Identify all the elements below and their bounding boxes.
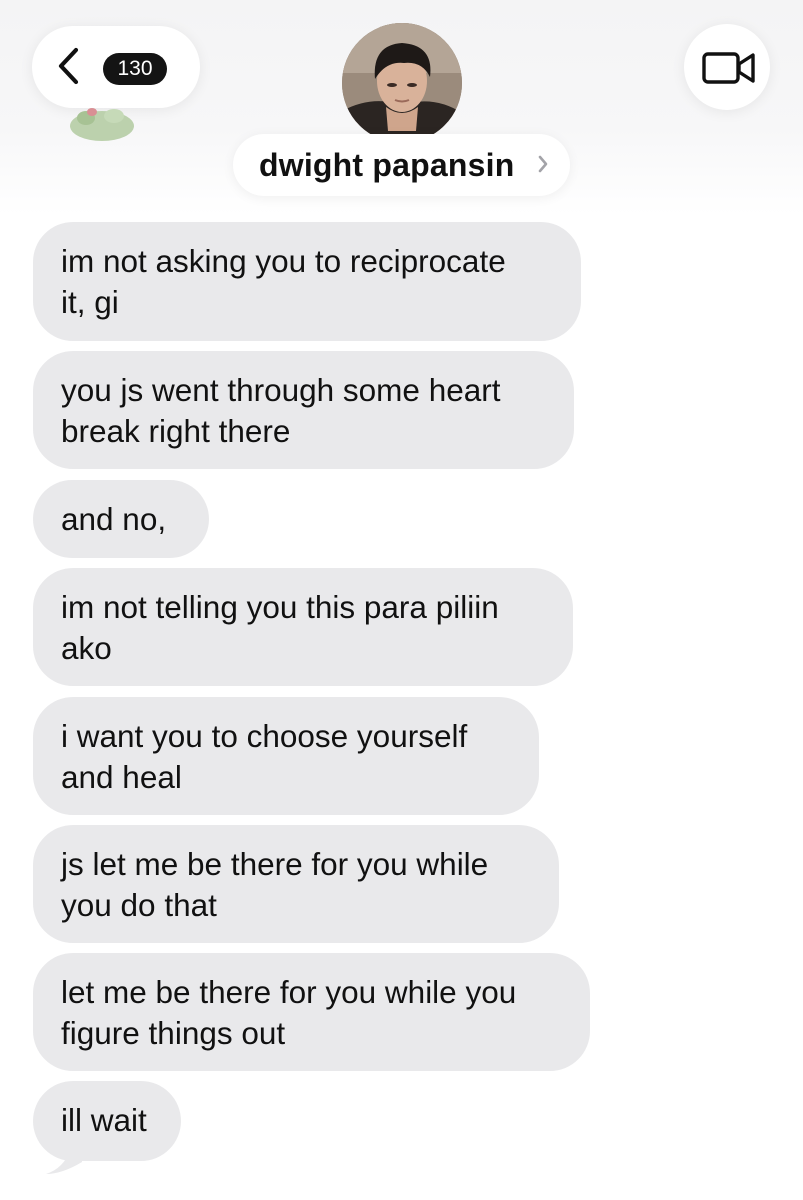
contact-name[interactable]: dwight papansin [259, 145, 514, 185]
video-camera-icon[interactable] [702, 50, 756, 86]
message-line: and heal [61, 759, 182, 795]
message-line: you js went through some heart [61, 372, 501, 408]
message-line: let me be there for you while you [61, 974, 517, 1010]
sticker-image [70, 108, 134, 141]
message-bubble[interactable]: ill wait [33, 1081, 181, 1161]
message-line: you do that [61, 887, 217, 923]
message-bubble[interactable]: js let me be there for you while you do … [33, 825, 559, 943]
message-line: js let me be there for you while [61, 846, 489, 882]
avatar-photo [342, 23, 462, 143]
message-line: break right there [61, 413, 291, 449]
message-line: figure things out [61, 1015, 286, 1051]
avatar[interactable] [342, 23, 462, 143]
chevron-right-icon[interactable] [536, 153, 550, 175]
message-line: im not telling you this para piliin [61, 589, 499, 625]
message-line: i want you to choose yourself [61, 718, 468, 754]
message-bubble[interactable]: im not telling you this para piliin ako [33, 568, 573, 686]
message-line: it, gi [61, 284, 119, 320]
message-bubble[interactable]: im not asking you to reciprocate it, gi [33, 222, 581, 341]
message-bubble[interactable]: and no, [33, 480, 209, 558]
message-bubble[interactable]: let me be there for you while you figure… [33, 953, 590, 1071]
message-bubble[interactable]: you js went through some heart break rig… [33, 351, 574, 469]
message-line: and no, [61, 501, 167, 537]
message-line: ill wait [61, 1102, 147, 1138]
unread-count-badge: 130 [103, 53, 167, 85]
chevron-left-icon[interactable] [52, 46, 88, 86]
message-line: im not asking you to reciprocate [61, 243, 506, 279]
message-bubble[interactable]: i want you to choose yourself and heal [33, 697, 539, 815]
message-line: ako [61, 630, 112, 666]
